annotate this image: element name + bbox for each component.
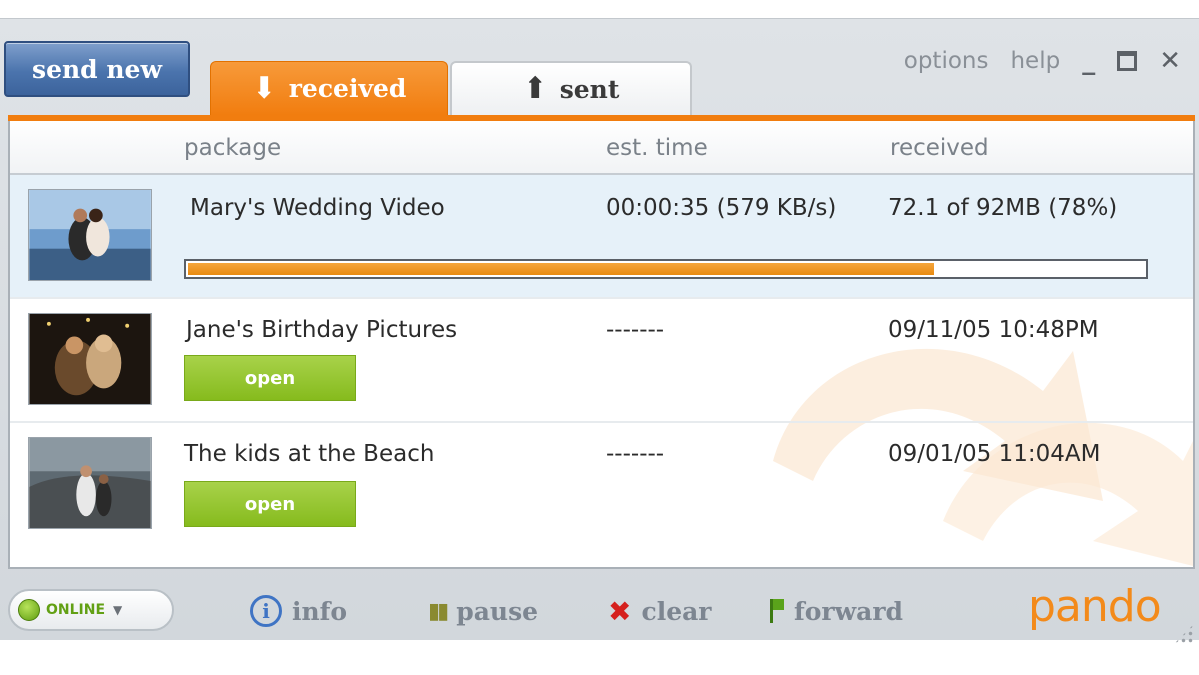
table-row[interactable]: Mary's Wedding Video 00:00:35 (579 KB/s)… <box>10 175 1193 299</box>
forward-label: forward <box>794 596 903 626</box>
pando-window: send new ⬇ received ⬆ sent options help … <box>0 18 1199 645</box>
table-row[interactable]: Jane's Birthday Pictures ------- 09/11/0… <box>10 299 1193 423</box>
pause-icon: ▮▮ <box>428 598 449 624</box>
pando-logo: pando <box>1028 581 1162 632</box>
online-status-dropdown[interactable]: ONLINE ▼ <box>8 589 174 631</box>
resize-grip[interactable] <box>1173 623 1195 645</box>
column-package[interactable]: package <box>184 135 281 161</box>
close-button[interactable]: ✕ <box>1159 46 1181 76</box>
tab-sent-label: sent <box>559 74 620 104</box>
footer-toolbar: ONLINE ▼ i info ▮▮ pause ✖ clear forward… <box>0 571 1199 655</box>
online-status-label: ONLINE <box>46 602 106 618</box>
maximize-button[interactable] <box>1117 51 1138 71</box>
online-status-icon <box>18 599 40 621</box>
clear-label: clear <box>641 596 712 626</box>
est-time: ------- <box>606 317 665 343</box>
pause-label: pause <box>456 596 539 626</box>
beach-thumbnail <box>28 437 152 529</box>
send-new-button[interactable]: send new <box>4 41 190 97</box>
package-name: Mary's Wedding Video <box>190 195 445 221</box>
birthday-thumbnail <box>28 313 152 405</box>
package-name: The kids at the Beach <box>184 441 435 467</box>
tab-sent[interactable]: ⬆ sent <box>450 61 692 115</box>
column-est-time[interactable]: est. time <box>606 135 708 161</box>
clear-button[interactable]: ✖ clear <box>608 591 711 631</box>
info-label: info <box>292 596 348 626</box>
forward-button[interactable]: forward <box>770 591 903 631</box>
open-button[interactable]: open <box>184 481 356 527</box>
package-name: Jane's Birthday Pictures <box>186 317 458 343</box>
down-arrow-icon: ⬇ <box>251 70 277 106</box>
progress-fill <box>188 263 934 275</box>
pause-button[interactable]: ▮▮ pause <box>428 591 538 631</box>
tab-received-label: received <box>288 74 407 103</box>
clear-x-icon: ✖ <box>608 594 632 628</box>
received-value: 09/01/05 11:04AM <box>888 441 1101 467</box>
options-link[interactable]: options <box>904 48 989 74</box>
column-headers: package est. time received <box>10 121 1193 175</box>
help-link[interactable]: help <box>1010 48 1060 74</box>
received-value: 09/11/05 10:48PM <box>888 317 1099 343</box>
table-row[interactable]: The kids at the Beach ------- 09/01/05 1… <box>10 423 1193 547</box>
download-progress-bar <box>184 259 1148 279</box>
received-value: 72.1 of 92MB (78%) <box>888 195 1118 221</box>
chevron-down-icon: ▼ <box>113 603 123 617</box>
minimize-button[interactable]: _ <box>1082 46 1095 76</box>
flag-icon <box>770 599 784 623</box>
package-list: package est. time received Mary's Weddin… <box>8 121 1195 569</box>
wedding-thumbnail <box>28 189 152 281</box>
tab-received[interactable]: ⬇ received <box>210 61 448 115</box>
open-button[interactable]: open <box>184 355 356 401</box>
est-time: ------- <box>606 441 665 467</box>
top-links: options help _ ✕ <box>904 41 1181 81</box>
info-icon: i <box>250 595 282 627</box>
column-received[interactable]: received <box>890 135 989 161</box>
est-time: 00:00:35 (579 KB/s) <box>606 195 837 221</box>
info-button[interactable]: i info <box>250 591 347 631</box>
up-arrow-icon: ⬆ <box>522 71 548 106</box>
